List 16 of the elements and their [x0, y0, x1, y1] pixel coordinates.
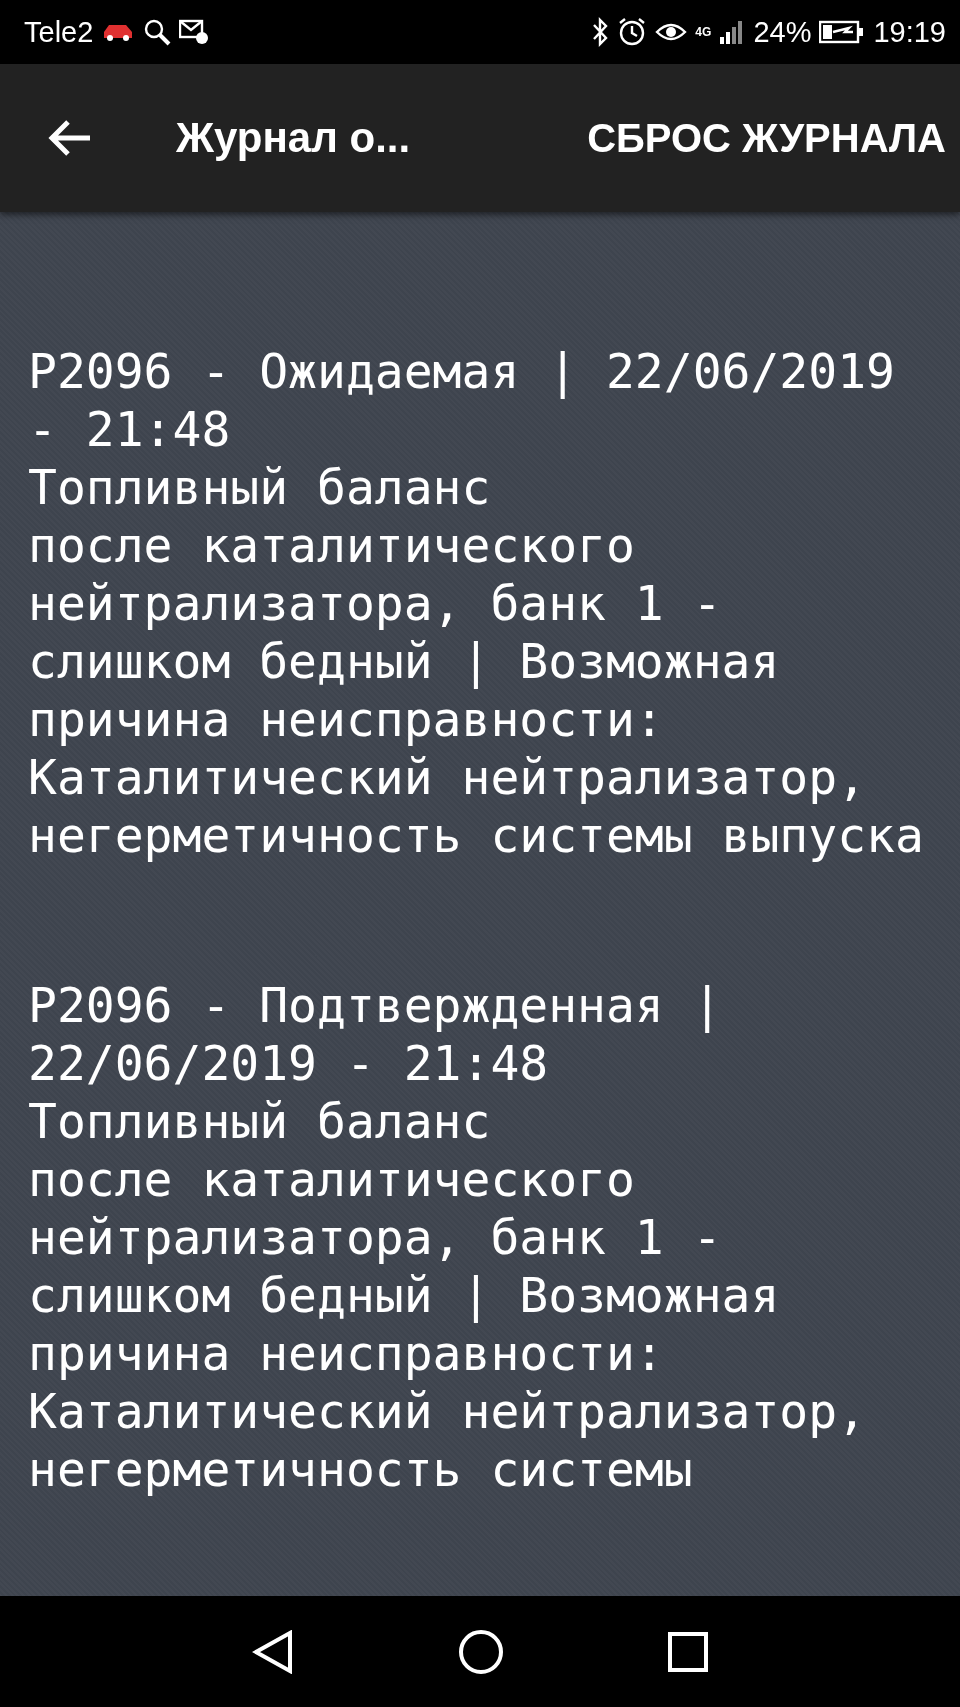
error-code-line: P2096 - Подтвержденная | 22/06/2019 - 21:48	[28, 976, 723, 1092]
error-description: Топливный баланс	[28, 1092, 492, 1150]
back-arrow-icon	[48, 118, 92, 158]
reset-log-button[interactable]: СБРОС ЖУРНАЛА	[573, 105, 960, 171]
error-description: Топливный баланс	[28, 458, 492, 516]
carrier-name: Tele2	[24, 15, 94, 49]
bluetooth-icon	[591, 17, 610, 47]
error-code-line: P2096 - Ожидаемая | 22/06/2019 - 21:48	[28, 342, 896, 458]
error-description: после каталитического нейтрализатора, банк 1 - слишком бедный | Возможная причина неисправности: Каталитический нейтрализатор, негерметичность системы выпуска	[28, 516, 925, 864]
error-description: после каталитического нейтрализатора, банк 1 - слишком бедный | Возможная причина неисправности: Каталитический нейтрализатор, негерметичность системы	[28, 1150, 868, 1498]
search-icon	[143, 18, 172, 46]
battery-charging-icon	[819, 20, 866, 44]
network-type: 4G	[695, 25, 712, 39]
clock: 19:19	[873, 15, 946, 49]
screen-title: Журнал о...	[176, 114, 412, 162]
battery-percent: 24%	[753, 15, 812, 49]
